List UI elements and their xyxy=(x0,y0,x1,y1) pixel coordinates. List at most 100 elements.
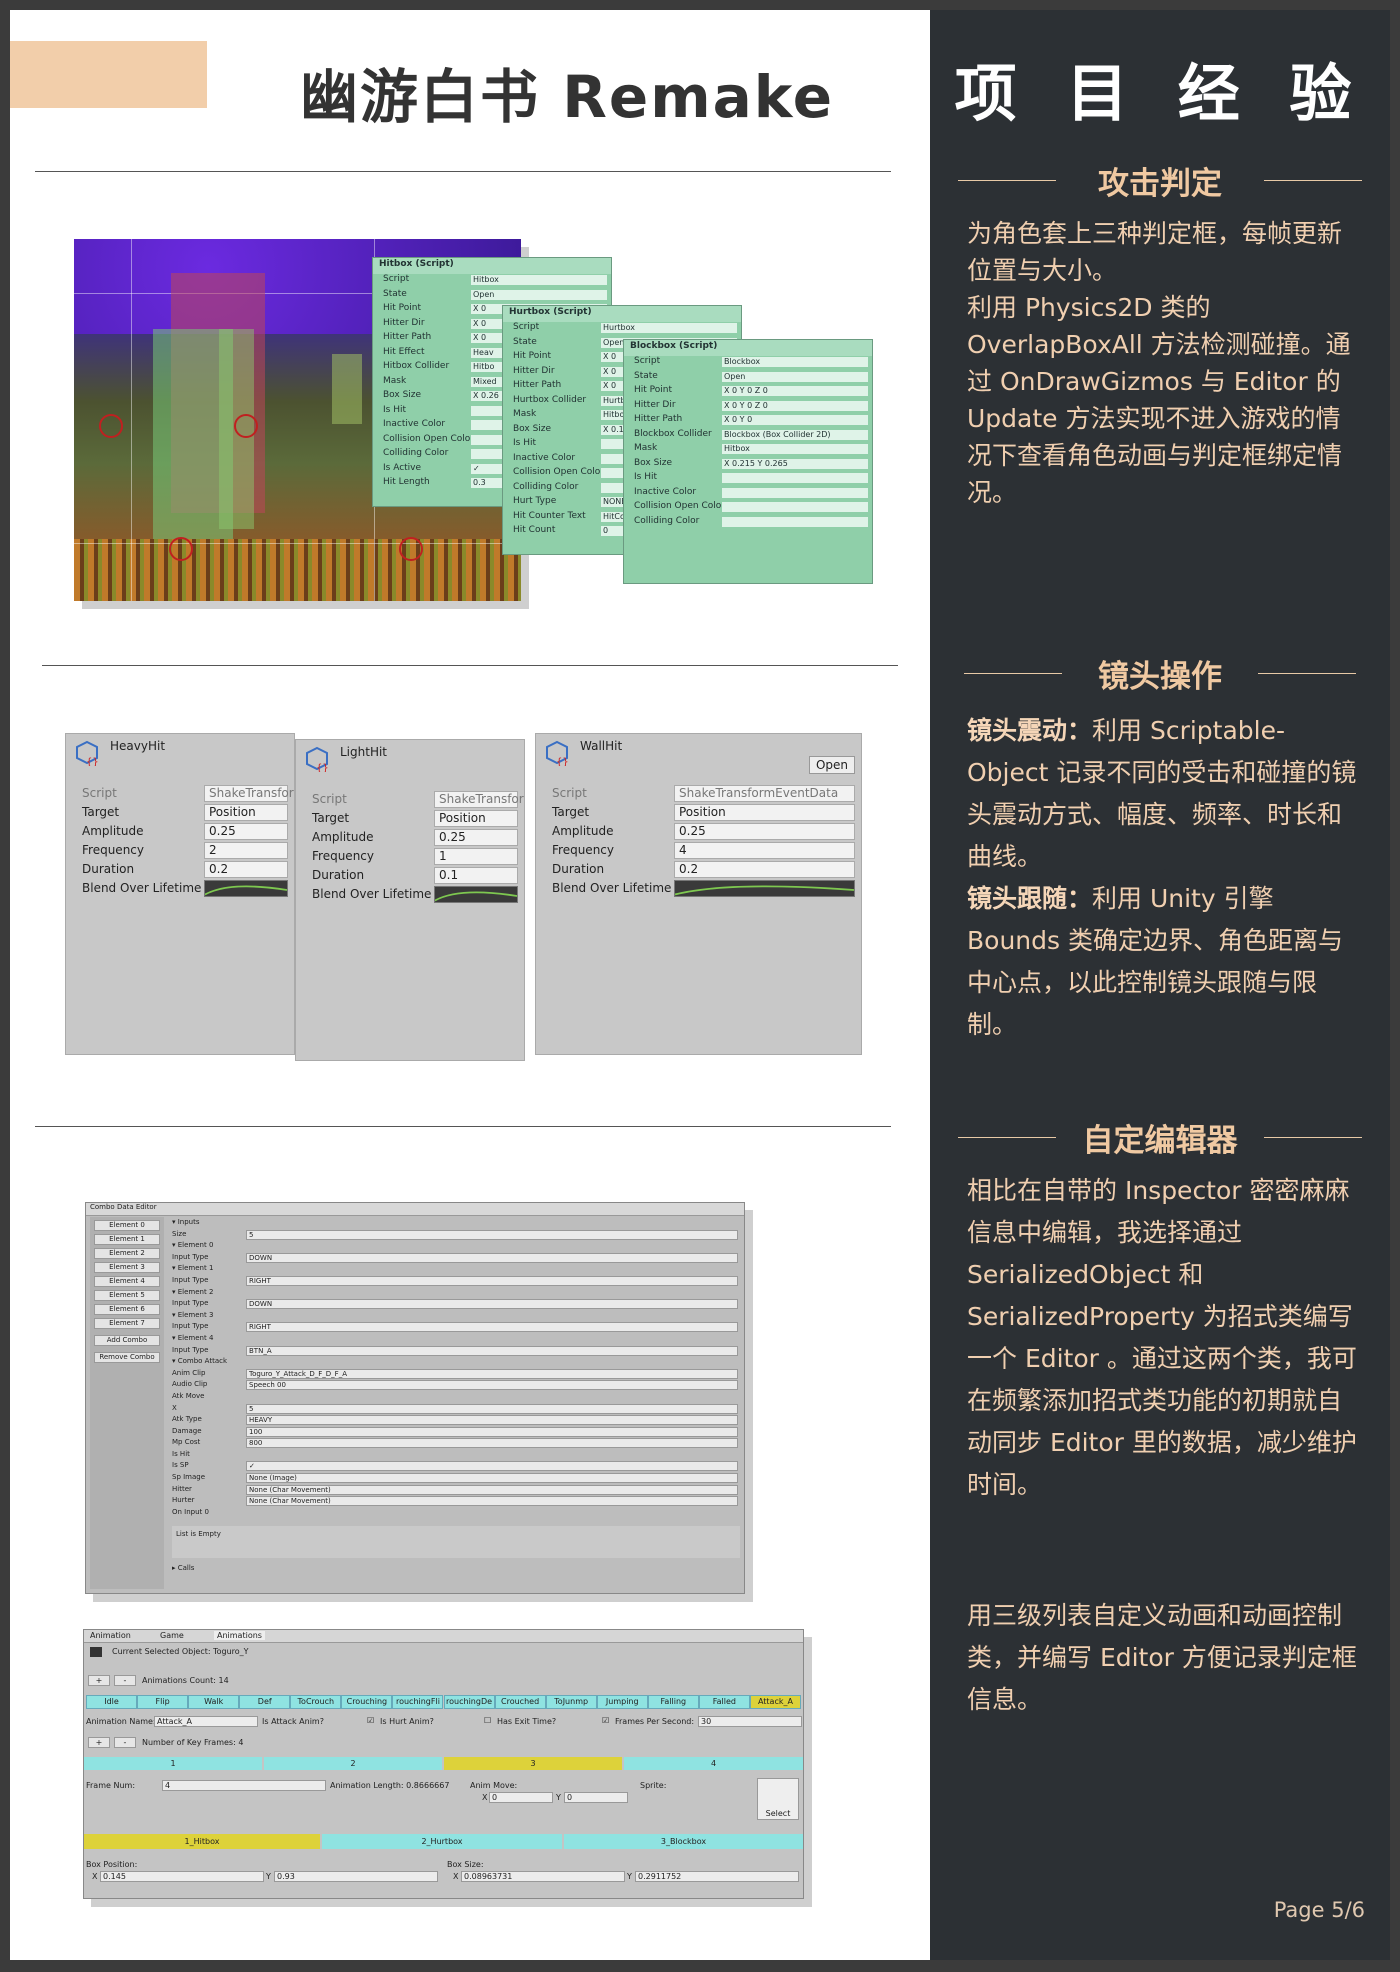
row-value[interactable]: X 0 Y 0 Z 0 xyxy=(722,400,868,411)
open-button[interactable]: Open xyxy=(808,756,855,774)
add-animation-button[interactable]: + xyxy=(88,1675,110,1686)
field-value[interactable]: 0.25 xyxy=(434,829,518,846)
keyframe-tab[interactable]: 1 xyxy=(84,1757,262,1770)
element-button[interactable]: Element 3 xyxy=(94,1262,160,1273)
field-value[interactable]: Position xyxy=(674,804,855,821)
element-button[interactable]: Element 7 xyxy=(94,1318,160,1329)
hitbox-tab[interactable]: 1_Hitbox xyxy=(84,1834,320,1849)
box-position-x[interactable]: 0.145 xyxy=(100,1871,264,1882)
combo-field-value[interactable]: HEAVY xyxy=(246,1415,738,1426)
animation-clip-button[interactable]: Falled xyxy=(698,1695,750,1709)
row-value[interactable] xyxy=(722,487,868,498)
field-value[interactable]: 0.1 xyxy=(434,867,518,884)
field-value[interactable]: 0.25 xyxy=(204,823,288,840)
row-value[interactable]: Hurtbox xyxy=(601,323,737,333)
fps-field[interactable]: 30 xyxy=(698,1716,802,1727)
row-value[interactable] xyxy=(722,473,868,483)
keyframe-tab[interactable]: 4 xyxy=(624,1757,803,1770)
anim-move-x[interactable]: 0 xyxy=(489,1792,553,1803)
box-size-x[interactable]: 0.08963731 xyxy=(461,1871,625,1882)
has-exit-checkbox[interactable]: ☐ xyxy=(484,1716,491,1725)
combo-field-value[interactable]: Toguro_Y_Attack_D_F_D_F_A xyxy=(246,1368,738,1379)
combo-field-value[interactable]: None (Char Movement) xyxy=(246,1496,738,1507)
box-size-y[interactable]: 0.2911752 xyxy=(635,1871,799,1882)
animation-clip-button[interactable]: Jumping xyxy=(596,1695,648,1709)
animation-clip-button[interactable]: Idle xyxy=(86,1695,138,1709)
element-button[interactable]: Element 0 xyxy=(94,1220,160,1231)
animation-clip-button[interactable]: ToCrouch xyxy=(290,1695,342,1709)
field-value[interactable]: Position xyxy=(204,804,288,821)
row-value[interactable]: Open xyxy=(722,371,868,382)
sprite-thumbnail[interactable]: Select xyxy=(757,1778,799,1820)
field-value[interactable]: 2 xyxy=(204,842,288,859)
hurtbox-tab[interactable]: 2_Hurtbox xyxy=(322,1834,562,1849)
anim-move-y[interactable]: 0 xyxy=(564,1792,628,1803)
row-value[interactable]: Blockbox (Box Collider 2D) xyxy=(722,429,868,440)
element-button[interactable]: Element 4 xyxy=(94,1276,160,1287)
field-value[interactable]: ShakeTransformEventData xyxy=(674,785,855,802)
row-value[interactable]: X 0 Y 0 Z 0 xyxy=(722,386,868,396)
is-hurt-checkbox[interactable]: ☑ xyxy=(367,1716,374,1725)
field-value[interactable]: 1 xyxy=(434,848,518,865)
add-keyframe-button[interactable]: + xyxy=(88,1737,110,1748)
animation-clip-button[interactable]: Falling xyxy=(647,1695,699,1709)
fps-checkbox[interactable]: ☑ xyxy=(602,1716,609,1725)
combo-field-value[interactable]: None (Char Movement) xyxy=(246,1484,738,1495)
element-button[interactable]: Element 5 xyxy=(94,1290,160,1301)
field-value[interactable]: 0.2 xyxy=(674,861,855,878)
field-value[interactable]: Position xyxy=(434,810,518,827)
field-value[interactable]: ShakeTransfor xyxy=(434,791,524,808)
animation-clip-button[interactable]: Walk xyxy=(188,1695,240,1709)
field-value[interactable]: 0.2 xyxy=(204,861,288,878)
row-value[interactable]: Hitbox xyxy=(722,444,868,454)
row-value[interactable]: X 0.215 Y 0.265 xyxy=(722,458,868,469)
row-value[interactable] xyxy=(722,502,868,512)
remove-keyframe-button[interactable]: - xyxy=(114,1737,136,1748)
blend-curve[interactable] xyxy=(204,880,288,897)
row-value[interactable]: Blockbox xyxy=(722,357,868,367)
box-position-y[interactable]: 0.93 xyxy=(274,1871,438,1882)
row-value[interactable]: Open xyxy=(471,289,607,300)
tab-animations[interactable]: Animations xyxy=(214,1631,265,1640)
animation-name-field[interactable]: Attack_A xyxy=(154,1716,258,1727)
combo-field-value[interactable]: RIGHT xyxy=(246,1275,738,1286)
row-value[interactable] xyxy=(722,516,868,527)
element-button[interactable]: Element 2 xyxy=(94,1248,160,1259)
element-button[interactable]: Element 1 xyxy=(94,1234,160,1245)
row-value[interactable]: X 0 Y 0 xyxy=(722,415,868,425)
frame-num-field[interactable]: 4 xyxy=(162,1780,326,1791)
animation-clip-button[interactable]: ToJunmp xyxy=(545,1695,597,1709)
blend-curve[interactable] xyxy=(674,880,855,897)
blockbox-tab[interactable]: 3_Blockbox xyxy=(564,1834,803,1849)
combo-field-value[interactable]: DOWN xyxy=(246,1252,738,1263)
keyframe-tab[interactable]: 2 xyxy=(264,1757,442,1770)
animation-clip-button[interactable]: rouchingDe xyxy=(443,1695,495,1709)
animation-clip-button[interactable]: Crouched xyxy=(494,1695,546,1709)
combo-field-value[interactable]: ✓ xyxy=(246,1461,738,1472)
combo-field-value[interactable]: 5 xyxy=(246,1229,738,1240)
combo-field-value[interactable]: DOWN xyxy=(246,1299,738,1310)
field-value[interactable]: 0.25 xyxy=(674,823,855,840)
calls-foldout[interactable]: ▸ Calls xyxy=(172,1564,740,1572)
remove-combo-button[interactable]: Remove Combo xyxy=(94,1352,160,1363)
blend-curve[interactable] xyxy=(434,886,518,903)
animation-clip-button[interactable]: Attack_A xyxy=(749,1695,801,1709)
combo-field-value[interactable]: 800 xyxy=(246,1438,738,1449)
animation-clip-button[interactable]: rouchingFli xyxy=(392,1695,444,1709)
keyframe-tab-selected[interactable]: 3 xyxy=(444,1757,622,1770)
combo-field-value[interactable]: BTN_A xyxy=(246,1345,738,1356)
field-value[interactable]: 4 xyxy=(674,842,855,859)
field-value[interactable]: ShakeTransfor xyxy=(204,785,294,802)
element-button[interactable]: Element 6 xyxy=(94,1304,160,1315)
combo-field-value[interactable]: RIGHT xyxy=(246,1322,738,1333)
combo-field-value[interactable]: 5 xyxy=(246,1403,738,1414)
animation-clip-button[interactable]: Flip xyxy=(137,1695,189,1709)
tab-game[interactable]: Game xyxy=(160,1631,184,1640)
combo-field-value[interactable]: None (Image) xyxy=(246,1473,738,1484)
row-value[interactable]: Hitbox xyxy=(471,275,607,285)
animation-clip-button[interactable]: Crouching xyxy=(341,1695,393,1709)
combo-field-value[interactable]: Speech 00 xyxy=(246,1380,738,1391)
animation-clip-button[interactable]: Def xyxy=(239,1695,291,1709)
remove-animation-button[interactable]: - xyxy=(114,1675,136,1686)
add-combo-button[interactable]: Add Combo xyxy=(94,1335,160,1346)
